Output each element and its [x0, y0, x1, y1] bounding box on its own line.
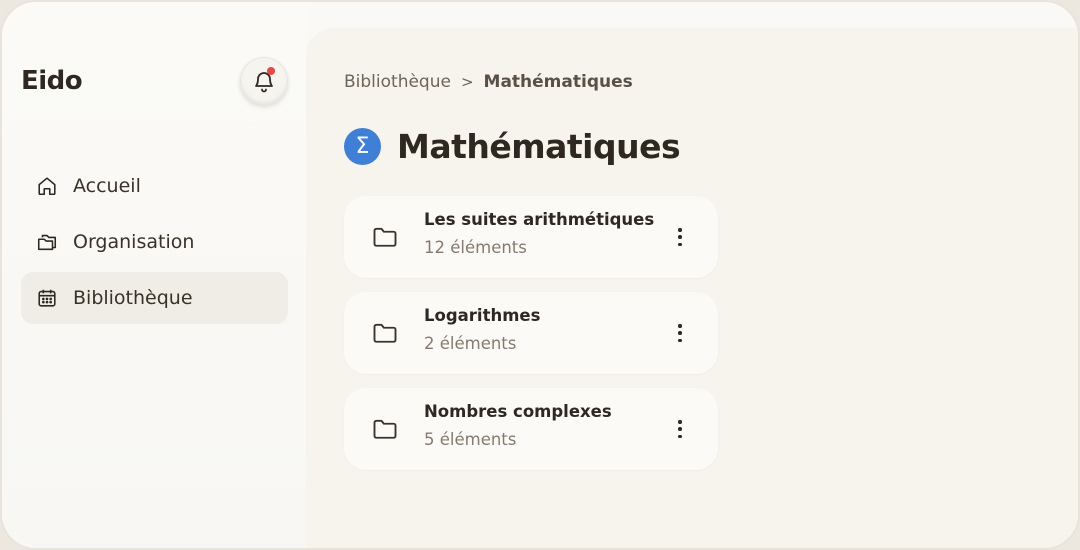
folder-icon [371, 415, 399, 443]
sidebar-item-label: Organisation [73, 231, 195, 253]
calendar-icon [35, 286, 59, 310]
folder-icon [371, 223, 399, 251]
main-content: Bibliothèque > Mathématiques Σ Mathémati… [306, 28, 1078, 548]
folder-list: Les suites arithmétiques 12 éléments Log… [344, 196, 718, 484]
sidebar-nav: Accueil Organisation Bibliothèque [21, 160, 288, 328]
more-options-icon[interactable] [670, 322, 690, 344]
folder-card[interactable]: Nombres complexes 5 éléments [344, 388, 718, 470]
sigma-icon: Σ [344, 128, 381, 165]
sidebar-item-bibliotheque[interactable]: Bibliothèque [21, 272, 288, 324]
app-logo: Eido [21, 66, 83, 96]
folder-name: Nombres complexes [424, 402, 612, 421]
sidebar-item-label: Accueil [73, 175, 141, 197]
breadcrumb-root-link[interactable]: Bibliothèque [344, 72, 451, 92]
folder-item-count: 2 éléments [424, 334, 517, 353]
folder-info: Nombres complexes 5 éléments [424, 402, 612, 449]
sidebar-item-accueil[interactable]: Accueil [21, 160, 288, 212]
notifications-button[interactable] [240, 57, 288, 105]
breadcrumb-current: Mathématiques [483, 72, 633, 92]
app-window: Eido Accueil Organisation Bibliothèque B… [0, 0, 1080, 550]
folders-icon [35, 230, 59, 254]
folder-card[interactable]: Logarithmes 2 éléments [344, 292, 718, 374]
page-title: Mathématiques [397, 127, 681, 166]
sidebar-item-organisation[interactable]: Organisation [21, 216, 288, 268]
sidebar: Eido Accueil Organisation Bibliothèque [2, 2, 306, 548]
notification-badge [267, 67, 275, 75]
folder-item-count: 5 éléments [424, 430, 517, 449]
folder-name: Les suites arithmétiques [424, 210, 655, 229]
folder-info: Les suites arithmétiques 12 éléments [424, 210, 654, 257]
sidebar-item-label: Bibliothèque [73, 287, 193, 309]
more-options-icon[interactable] [670, 418, 690, 440]
folder-icon [371, 319, 399, 347]
breadcrumb-separator: > [460, 73, 474, 91]
page-header: Σ Mathématiques [344, 127, 681, 166]
home-icon [35, 174, 59, 198]
folder-card[interactable]: Les suites arithmétiques 12 éléments [344, 196, 718, 278]
folder-name: Logarithmes [424, 306, 541, 325]
folder-info: Logarithmes 2 éléments [424, 306, 540, 353]
more-options-icon[interactable] [670, 226, 690, 248]
folder-item-count: 12 éléments [424, 238, 527, 257]
breadcrumb: Bibliothèque > Mathématiques [344, 72, 633, 92]
